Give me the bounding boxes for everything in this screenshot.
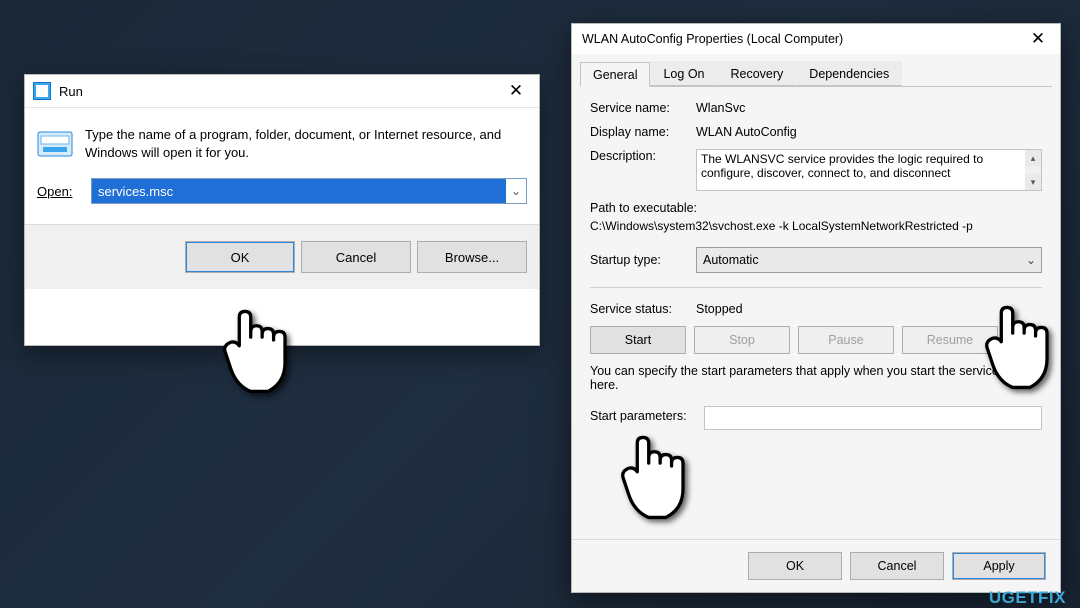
scroll-down-icon[interactable]: ▾	[1025, 174, 1041, 190]
label-display-name: Display name:	[590, 125, 696, 139]
tabs: General Log On Recovery Dependencies	[580, 58, 1052, 87]
value-display-name: WLAN AutoConfig	[696, 125, 1042, 139]
resume-button: Resume	[902, 326, 998, 354]
pause-button: Pause	[798, 326, 894, 354]
tab-logon[interactable]: Log On	[650, 61, 717, 86]
footer-buttons: OK Cancel Apply	[572, 539, 1060, 592]
ok-button[interactable]: OK	[185, 241, 295, 273]
label-path: Path to executable:	[590, 201, 1042, 215]
tab-general[interactable]: General	[580, 62, 650, 87]
run-body: Type the name of a program, folder, docu…	[25, 108, 539, 172]
startup-type-combo[interactable]: Automatic ⌄	[696, 247, 1042, 273]
stop-button: Stop	[694, 326, 790, 354]
start-parameters-input[interactable]	[704, 406, 1042, 430]
open-row: Open: ⌄	[25, 172, 539, 204]
titlebar[interactable]: Run ✕	[25, 75, 539, 108]
close-icon[interactable]: ✕	[493, 75, 539, 107]
chevron-down-icon[interactable]: ⌄	[506, 184, 526, 198]
label-description: Description:	[590, 149, 696, 191]
chevron-down-icon[interactable]: ⌄	[1021, 253, 1041, 267]
label-service-name: Service name:	[590, 101, 696, 115]
value-service-status: Stopped	[696, 302, 1042, 316]
titlebar[interactable]: WLAN AutoConfig Properties (Local Comput…	[572, 24, 1060, 54]
label-startup-type: Startup type:	[590, 253, 696, 267]
label-service-status: Service status:	[590, 302, 696, 316]
apply-button[interactable]: Apply	[952, 552, 1046, 580]
title-text: WLAN AutoConfig Properties (Local Comput…	[582, 32, 1022, 46]
tab-recovery[interactable]: Recovery	[718, 61, 797, 86]
properties-dialog: WLAN AutoConfig Properties (Local Comput…	[571, 23, 1061, 593]
note-text: You can specify the start parameters tha…	[590, 364, 1042, 392]
value-service-name: WlanSvc	[696, 101, 1042, 115]
value-path: C:\Windows\system32\svchost.exe -k Local…	[590, 219, 1042, 233]
run-button-row: OK Cancel Browse...	[25, 224, 539, 289]
startup-type-value: Automatic	[697, 253, 1021, 267]
label-start-parameters: Start parameters:	[590, 409, 696, 423]
close-icon[interactable]: ✕	[1022, 24, 1054, 54]
browse-button[interactable]: Browse...	[417, 241, 527, 273]
start-button[interactable]: Start	[590, 326, 686, 354]
run-dialog: Run ✕ Type the name of a program, folder…	[24, 74, 540, 346]
general-panel: Service name: WlanSvc Display name: WLAN…	[572, 87, 1060, 539]
description-box[interactable]: The WLANSVC service provides the logic r…	[696, 149, 1042, 191]
run-instructions: Type the name of a program, folder, docu…	[85, 126, 527, 162]
ok-button[interactable]: OK	[748, 552, 842, 580]
watermark: UGETFIX	[989, 588, 1066, 608]
description-text: The WLANSVC service provides the logic r…	[701, 152, 1037, 180]
cancel-button[interactable]: Cancel	[850, 552, 944, 580]
open-combo[interactable]: ⌄	[91, 178, 527, 204]
separator	[590, 287, 1042, 288]
tab-dependencies[interactable]: Dependencies	[796, 61, 902, 86]
service-control-buttons: Start Stop Pause Resume	[590, 326, 1042, 354]
scroll-up-icon[interactable]: ▴	[1025, 150, 1041, 166]
run-icon	[37, 126, 73, 162]
open-label: Open:	[37, 184, 81, 199]
cancel-button[interactable]: Cancel	[301, 241, 411, 273]
system-icon	[33, 82, 51, 100]
scrollbar[interactable]: ▴ ▾	[1025, 150, 1041, 190]
title-text: Run	[59, 84, 493, 99]
open-input[interactable]	[92, 179, 506, 203]
